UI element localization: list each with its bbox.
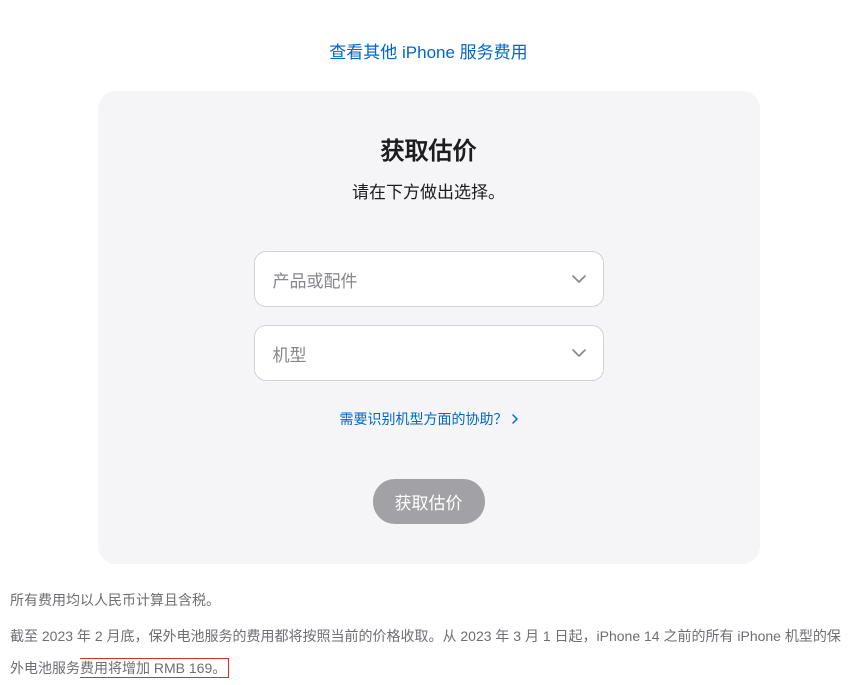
product-select[interactable]: 产品或配件 — [254, 251, 604, 307]
help-link-label: 需要识别机型方面的协助？ — [340, 409, 508, 429]
footer-line-2: 截至 2023 年 2 月底，保外电池服务的费用都将按照当前的价格收取。从 20… — [10, 620, 847, 684]
card-title: 获取估价 — [138, 131, 720, 166]
footer-line-1: 所有费用均以人民币计算且含税。 — [10, 584, 847, 616]
identify-model-help-link[interactable]: 需要识别机型方面的协助？ — [340, 409, 518, 429]
price-increase-highlight: 费用将增加 RMB 169。 — [80, 658, 229, 678]
card-subtitle: 请在下方做出选择。 — [138, 178, 720, 203]
product-select-wrapper: 产品或配件 — [254, 251, 604, 307]
get-estimate-button[interactable]: 获取估价 — [373, 479, 485, 524]
footer-text: 所有费用均以人民币计算且含税。 截至 2023 年 2 月底，保外电池服务的费用… — [0, 564, 857, 685]
chevron-right-icon — [512, 411, 518, 427]
model-select[interactable]: 机型 — [254, 325, 604, 381]
model-select-wrapper: 机型 — [254, 325, 604, 381]
estimate-card: 获取估价 请在下方做出选择。 产品或配件 机型 需要识别机型方面的协助？ 获取估… — [98, 91, 760, 564]
view-other-services-link[interactable]: 查看其他 iPhone 服务费用 — [0, 38, 857, 63]
